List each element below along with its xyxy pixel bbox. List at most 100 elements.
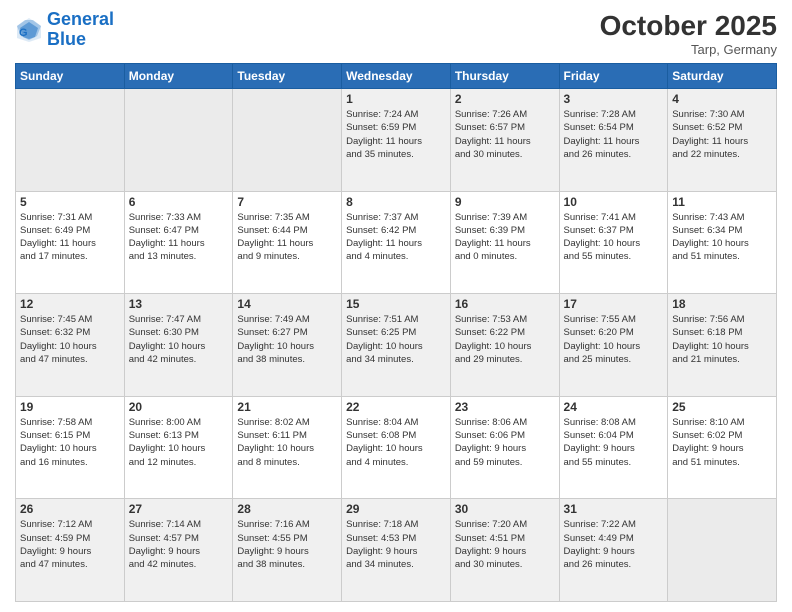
logo: G General Blue	[15, 10, 114, 50]
logo-line2: Blue	[47, 29, 86, 49]
day-number: 25	[672, 400, 772, 414]
day-number: 9	[455, 195, 555, 209]
day-number: 26	[20, 502, 120, 516]
calendar-cell: 13Sunrise: 7:47 AMSunset: 6:30 PMDayligh…	[124, 294, 233, 397]
calendar-cell: 20Sunrise: 8:00 AMSunset: 6:13 PMDayligh…	[124, 396, 233, 499]
day-info: Sunrise: 8:00 AMSunset: 6:13 PMDaylight:…	[129, 416, 229, 469]
day-number: 31	[564, 502, 664, 516]
day-of-week-header: Sunday	[16, 64, 125, 89]
day-info: Sunrise: 8:04 AMSunset: 6:08 PMDaylight:…	[346, 416, 446, 469]
day-number: 19	[20, 400, 120, 414]
title-block: October 2025 Tarp, Germany	[600, 10, 777, 57]
calendar-table: SundayMondayTuesdayWednesdayThursdayFrid…	[15, 63, 777, 602]
day-info: Sunrise: 7:41 AMSunset: 6:37 PMDaylight:…	[564, 211, 664, 264]
calendar-cell	[233, 89, 342, 192]
calendar-cell: 26 Sunrise: 7:12 AMSunset: 4:59 PMDayligh…	[16, 499, 125, 602]
calendar-cell: 10Sunrise: 7:41 AMSunset: 6:37 PMDayligh…	[559, 191, 668, 294]
day-number: 23	[455, 400, 555, 414]
day-number: 29	[346, 502, 446, 516]
calendar-cell: 2Sunrise: 7:26 AMSunset: 6:57 PMDaylight…	[450, 89, 559, 192]
day-info: Sunrise: 8:08 AMSunset: 6:04 PMDaylight:…	[564, 416, 664, 469]
calendar-cell: 25 Sunrise: 8:10 AMSunset: 6:02 PMDayligh…	[668, 396, 777, 499]
day-number: 6	[129, 195, 229, 209]
calendar-cell: 29 Sunrise: 7:18 AMSunset: 4:53 PMDayligh…	[342, 499, 451, 602]
day-number: 22	[346, 400, 446, 414]
logo-text: General Blue	[47, 10, 114, 50]
day-of-week-header: Monday	[124, 64, 233, 89]
day-number: 28	[237, 502, 337, 516]
calendar-week-row: 19 Sunrise: 7:58 AMSunset: 6:15 PMDayligh…	[16, 396, 777, 499]
calendar-cell: 19 Sunrise: 7:58 AMSunset: 6:15 PMDayligh…	[16, 396, 125, 499]
calendar-cell: 4 Sunrise: 7:30 AMSunset: 6:52 PMDaylight…	[668, 89, 777, 192]
calendar-cell	[124, 89, 233, 192]
day-number: 5	[20, 195, 120, 209]
location: Tarp, Germany	[600, 42, 777, 57]
day-info: Sunrise: 7:35 AMSunset: 6:44 PMDaylight:…	[237, 211, 337, 264]
logo-icon: G	[15, 16, 43, 44]
day-number: 4	[672, 92, 772, 106]
day-info: Sunrise: 7:12 AMSunset: 4:59 PMDaylight:…	[20, 518, 120, 571]
day-number: 1	[346, 92, 446, 106]
calendar-cell: 17 Sunrise: 7:55 AMSunset: 6:20 PMDayligh…	[559, 294, 668, 397]
calendar-cell: 12 Sunrise: 7:45 AMSunset: 6:32 PMDayligh…	[16, 294, 125, 397]
calendar-cell: 23 Sunrise: 8:06 AMSunset: 6:06 PMDayligh…	[450, 396, 559, 499]
day-info: Sunrise: 7:18 AMSunset: 4:53 PMDaylight:…	[346, 518, 446, 571]
calendar-cell: 27 Sunrise: 7:14 AMSunset: 4:57 PMDayligh…	[124, 499, 233, 602]
month-title: October 2025	[600, 10, 777, 42]
day-info: Sunrise: 7:22 AMSunset: 4:49 PMDaylight:…	[564, 518, 664, 571]
day-info: Sunrise: 7:14 AMSunset: 4:57 PMDaylight:…	[129, 518, 229, 571]
day-info: Sunrise: 8:10 AMSunset: 6:02 PMDaylight:…	[672, 416, 772, 469]
day-info: Sunrise: 7:33 AMSunset: 6:47 PMDaylight:…	[129, 211, 229, 264]
day-info: Sunrise: 7:30 AMSunset: 6:52 PMDaylight:…	[672, 108, 772, 161]
calendar-week-row: 26 Sunrise: 7:12 AMSunset: 4:59 PMDayligh…	[16, 499, 777, 602]
logo-line1: General	[47, 9, 114, 29]
day-of-week-header: Thursday	[450, 64, 559, 89]
day-info: Sunrise: 7:58 AMSunset: 6:15 PMDaylight:…	[20, 416, 120, 469]
calendar-cell: 31 Sunrise: 7:22 AMSunset: 4:49 PMDayligh…	[559, 499, 668, 602]
calendar-week-row: 5 Sunrise: 7:31 AMSunset: 6:49 PMDaylight…	[16, 191, 777, 294]
day-info: Sunrise: 7:51 AMSunset: 6:25 PMDaylight:…	[346, 313, 446, 366]
svg-text:G: G	[19, 27, 28, 39]
day-number: 13	[129, 297, 229, 311]
day-info: Sunrise: 7:45 AMSunset: 6:32 PMDaylight:…	[20, 313, 120, 366]
calendar-cell: 21 Sunrise: 8:02 AMSunset: 6:11 PMDayligh…	[233, 396, 342, 499]
day-number: 15	[346, 297, 446, 311]
day-number: 17	[564, 297, 664, 311]
calendar-cell	[668, 499, 777, 602]
day-info: Sunrise: 7:24 AMSunset: 6:59 PMDaylight:…	[346, 108, 446, 161]
day-info: Sunrise: 8:06 AMSunset: 6:06 PMDaylight:…	[455, 416, 555, 469]
calendar-week-row: 1 Sunrise: 7:24 AMSunset: 6:59 PMDaylight…	[16, 89, 777, 192]
day-info: Sunrise: 7:39 AMSunset: 6:39 PMDaylight:…	[455, 211, 555, 264]
day-number: 12	[20, 297, 120, 311]
day-number: 27	[129, 502, 229, 516]
calendar-cell: 11 Sunrise: 7:43 AMSunset: 6:34 PMDayligh…	[668, 191, 777, 294]
day-of-week-header: Friday	[559, 64, 668, 89]
day-of-week-header: Saturday	[668, 64, 777, 89]
calendar-cell: 30Sunrise: 7:20 AMSunset: 4:51 PMDayligh…	[450, 499, 559, 602]
day-number: 24	[564, 400, 664, 414]
day-info: Sunrise: 7:37 AMSunset: 6:42 PMDaylight:…	[346, 211, 446, 264]
day-info: Sunrise: 7:16 AMSunset: 4:55 PMDaylight:…	[237, 518, 337, 571]
calendar-cell: 7 Sunrise: 7:35 AMSunset: 6:44 PMDaylight…	[233, 191, 342, 294]
calendar-cell: 16Sunrise: 7:53 AMSunset: 6:22 PMDayligh…	[450, 294, 559, 397]
calendar-cell	[16, 89, 125, 192]
day-number: 21	[237, 400, 337, 414]
day-number: 11	[672, 195, 772, 209]
day-number: 30	[455, 502, 555, 516]
calendar-cell: 5 Sunrise: 7:31 AMSunset: 6:49 PMDaylight…	[16, 191, 125, 294]
day-number: 2	[455, 92, 555, 106]
day-of-week-header: Wednesday	[342, 64, 451, 89]
day-info: Sunrise: 7:43 AMSunset: 6:34 PMDaylight:…	[672, 211, 772, 264]
day-info: Sunrise: 8:02 AMSunset: 6:11 PMDaylight:…	[237, 416, 337, 469]
header: G General Blue October 2025 Tarp, German…	[15, 10, 777, 57]
calendar-cell: 14Sunrise: 7:49 AMSunset: 6:27 PMDayligh…	[233, 294, 342, 397]
calendar-cell: 24 Sunrise: 8:08 AMSunset: 6:04 PMDayligh…	[559, 396, 668, 499]
day-number: 18	[672, 297, 772, 311]
calendar-cell: 22 Sunrise: 8:04 AMSunset: 6:08 PMDayligh…	[342, 396, 451, 499]
day-info: Sunrise: 7:31 AMSunset: 6:49 PMDaylight:…	[20, 211, 120, 264]
calendar-cell: 28 Sunrise: 7:16 AMSunset: 4:55 PMDayligh…	[233, 499, 342, 602]
day-info: Sunrise: 7:53 AMSunset: 6:22 PMDaylight:…	[455, 313, 555, 366]
day-info: Sunrise: 7:55 AMSunset: 6:20 PMDaylight:…	[564, 313, 664, 366]
day-number: 7	[237, 195, 337, 209]
calendar-cell: 15 Sunrise: 7:51 AMSunset: 6:25 PMDayligh…	[342, 294, 451, 397]
